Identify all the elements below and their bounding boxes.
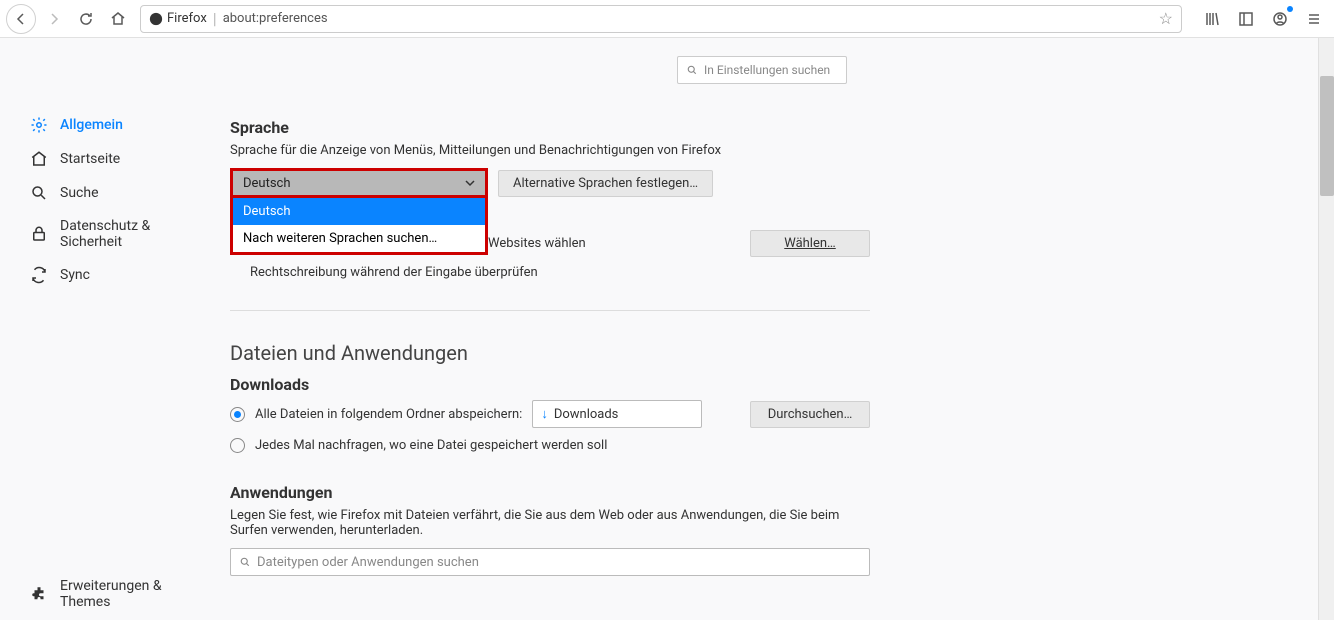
radio-always-ask[interactable] <box>230 438 245 453</box>
sidebar-footer-label: Erweiterungen & Themes <box>60 578 190 610</box>
sidebar-item-extensions[interactable]: Erweiterungen & Themes <box>30 570 190 620</box>
browser-toolbar: Firefox | about:preferences ☆ <box>0 0 1334 38</box>
sidebar-item-general[interactable]: Allgemein <box>30 108 190 142</box>
sidebar-item-sync[interactable]: Sync <box>30 258 190 292</box>
account-button[interactable] <box>1266 5 1294 33</box>
choose-button[interactable]: Wählen… <box>750 230 870 257</box>
language-selected-label: Deutsch <box>243 176 291 191</box>
language-dropdown[interactable]: Deutsch Deutsch Nach weiteren Sprachen s… <box>230 168 488 198</box>
files-heading: Dateien und Anwendungen <box>230 341 870 365</box>
vertical-scrollbar[interactable] <box>1318 38 1334 620</box>
language-description: Sprache für die Anzeige von Menüs, Mitte… <box>230 143 870 158</box>
search-icon <box>239 556 251 568</box>
language-option-deutsch[interactable]: Deutsch <box>233 198 485 225</box>
url-bar[interactable]: Firefox | about:preferences ☆ <box>140 5 1182 33</box>
applications-heading: Anwendungen <box>230 483 870 502</box>
sidebar-item-label: Allgemein <box>60 117 123 133</box>
downloads-heading: Downloads <box>230 375 870 394</box>
home-button[interactable] <box>104 5 132 33</box>
settings-search-input[interactable]: In Einstellungen suchen <box>677 56 847 84</box>
radio-save-label: Alle Dateien in folgendem Ordner abspeic… <box>255 407 522 422</box>
spellcheck-checkbox-row[interactable]: Rechtschreibung während der Eingabe über… <box>250 265 870 280</box>
preferences-sidebar: Allgemein Startseite Suche Datenschutz &… <box>0 38 190 620</box>
back-button[interactable] <box>6 4 36 34</box>
url-text: about:preferences <box>223 11 1153 26</box>
library-button[interactable] <box>1198 5 1226 33</box>
browse-button[interactable]: Durchsuchen… <box>750 401 870 428</box>
sidebar-item-label: Sync <box>60 267 90 283</box>
website-language-partial-label: Websites wählen <box>488 236 586 251</box>
sidebar-item-label: Suche <box>60 185 99 201</box>
toolbar-right <box>1198 5 1328 33</box>
search-placeholder: In Einstellungen suchen <box>704 63 830 77</box>
radio-ask-label: Jedes Mal nachfragen, wo eine Datei gesp… <box>255 438 607 453</box>
sidebar-item-home[interactable]: Startseite <box>30 142 190 176</box>
sidebar-item-label: Datenschutz & Sicherheit <box>60 218 190 250</box>
sidebar-item-search[interactable]: Suche <box>30 176 190 210</box>
spellcheck-label: Rechtschreibung während der Eingabe über… <box>250 265 538 280</box>
chevron-down-icon <box>465 178 475 188</box>
identity-label: Firefox <box>167 11 207 26</box>
download-icon: ↓ <box>541 406 548 422</box>
main-area: Allgemein Startseite Suche Datenschutz &… <box>0 38 1334 620</box>
download-save-radio-row[interactable]: Alle Dateien in folgendem Ordner abspeic… <box>230 400 870 428</box>
scrollbar-thumb[interactable] <box>1320 76 1334 196</box>
menu-button[interactable] <box>1300 5 1328 33</box>
sidebar-item-label: Startseite <box>60 151 120 167</box>
forward-button[interactable] <box>40 5 68 33</box>
download-ask-radio-row[interactable]: Jedes Mal nachfragen, wo eine Datei gesp… <box>230 438 870 453</box>
language-dropdown-button[interactable]: Deutsch <box>230 168 488 198</box>
radio-save-to-folder[interactable] <box>230 407 245 422</box>
language-option-search-more[interactable]: Nach weiteren Sprachen suchen… <box>233 225 485 252</box>
download-folder-label: Downloads <box>554 407 619 422</box>
reload-button[interactable] <box>72 5 100 33</box>
content-scroll: In Einstellungen suchen Sprache Sprache … <box>190 38 1334 620</box>
language-heading: Sprache <box>230 118 870 137</box>
applications-search-placeholder: Dateitypen oder Anwendungen suchen <box>257 555 479 570</box>
identity-box[interactable]: Firefox <box>149 11 207 26</box>
language-select-row: Deutsch Deutsch Nach weiteren Sprachen s… <box>230 168 870 198</box>
sidebar-button[interactable] <box>1232 5 1260 33</box>
section-divider <box>230 310 870 311</box>
bookmark-star-icon[interactable]: ☆ <box>1159 9 1173 28</box>
download-folder-input[interactable]: ↓ Downloads <box>532 400 702 428</box>
applications-description: Legen Sie fest, wie Firefox mit Dateien … <box>230 508 870 538</box>
sidebar-item-privacy[interactable]: Datenschutz & Sicherheit <box>30 210 190 258</box>
alternative-languages-button[interactable]: Alternative Sprachen festlegen… <box>498 170 713 197</box>
separator: | <box>213 9 217 28</box>
preferences-content: Sprache Sprache für die Anzeige von Menü… <box>230 38 870 576</box>
applications-search-input[interactable]: Dateitypen oder Anwendungen suchen <box>230 548 870 576</box>
language-dropdown-list: Deutsch Nach weiteren Sprachen suchen… <box>230 198 488 255</box>
